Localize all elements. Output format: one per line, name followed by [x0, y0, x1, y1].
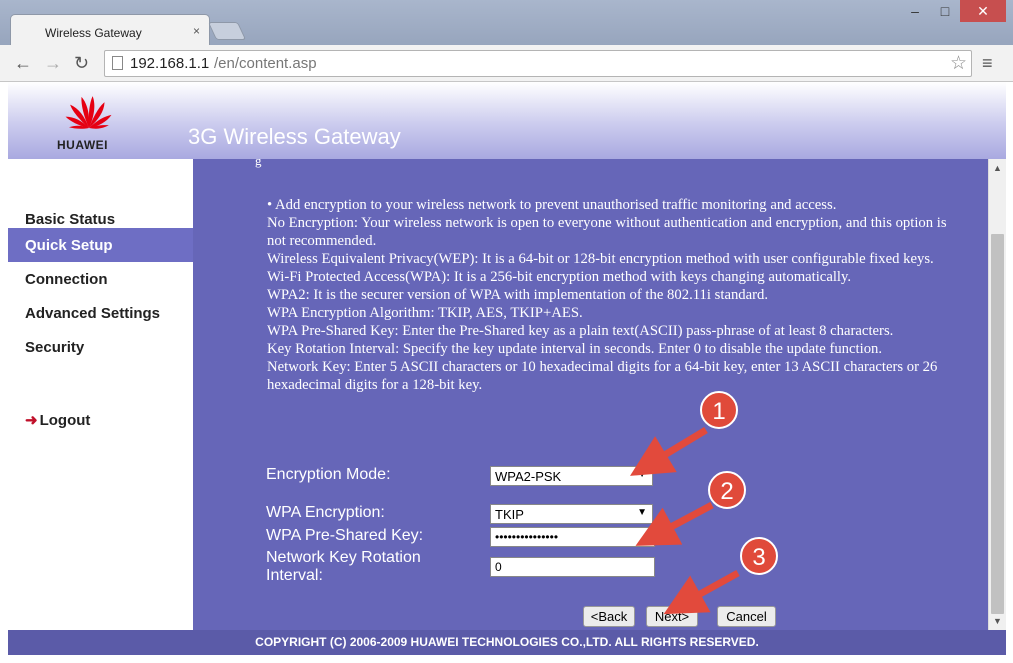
encryption-mode-select[interactable]: WPA2-PSK ▼ [490, 466, 653, 486]
page-title: 3G Wireless Gateway [188, 124, 401, 149]
help-line: Wi-Fi Protected Access(WPA): It is a 256… [267, 269, 852, 285]
tab-title: Wireless Gateway [45, 26, 142, 40]
help-line: WPA Encryption Algorithm: TKIP, AES, TKI… [267, 305, 583, 321]
bookmark-star-icon[interactable]: ☆ [950, 52, 967, 75]
help-line: Network Key: Enter 5 ASCII characters or… [267, 359, 938, 393]
encryption-mode-label: Encryption Mode: [266, 466, 391, 483]
tab-close-icon[interactable]: × [193, 24, 200, 38]
brand-name: HUAWEI [57, 138, 108, 152]
help-line: WPA Pre-Shared Key: Enter the Pre-Shared… [267, 323, 894, 339]
rotation-label-line: Network Key Rotation [266, 549, 421, 566]
help-line: • Add encryption to your wireless networ… [267, 197, 837, 213]
router-page: HUAWEI 3G Wireless Gateway Basic Status … [8, 82, 1006, 655]
browser-toolbar: ← → ↻ 192.168.1.1 /en/content.asp ☆ ≡ [0, 45, 1013, 82]
psk-label: WPA Pre-Shared Key: [266, 527, 424, 544]
back-button[interactable]: <Back [583, 606, 635, 627]
browser-tab[interactable]: Wireless Gateway × [10, 14, 210, 45]
sidebar-item-advanced-settings[interactable]: Advanced Settings [8, 296, 193, 330]
maximize-button[interactable]: □ [930, 0, 960, 22]
scroll-down-icon[interactable]: ▼ [993, 616, 1002, 626]
sidebar-item-connection[interactable]: Connection [8, 262, 193, 296]
window-close-button[interactable]: ✕ [960, 0, 1006, 22]
wpa-encryption-label: WPA Encryption: [266, 504, 385, 521]
page-footer: COPYRIGHT (C) 2006-2009 HUAWEI TECHNOLOG… [8, 630, 1006, 655]
sidebar-item-security[interactable]: Security [8, 330, 193, 364]
page-icon [112, 56, 123, 70]
forward-arrow-icon[interactable]: → [44, 53, 62, 74]
cancel-button[interactable]: Cancel [717, 606, 776, 627]
partial-heading: g [255, 159, 262, 168]
logout-icon: ➜ [25, 412, 38, 429]
reload-icon[interactable]: ↻ [74, 53, 89, 74]
next-button[interactable]: Next> [646, 606, 698, 627]
help-line: No Encryption: Your wireless network is … [267, 215, 947, 249]
browser-menu-icon[interactable]: ≡ [982, 53, 993, 74]
scroll-thumb[interactable] [991, 234, 1004, 614]
logout-label: Logout [39, 412, 91, 429]
scrollbar[interactable]: ▲ ▼ [988, 159, 1006, 630]
help-text: • Add encryption to your wireless networ… [267, 196, 947, 394]
sidebar: Basic Status Quick Setup Connection Adva… [8, 159, 193, 630]
page-header: HUAWEI 3G Wireless Gateway [8, 82, 1006, 159]
help-line: Wireless Equivalent Privacy(WEP): It is … [267, 251, 934, 267]
logout-link[interactable]: ➜ Logout [25, 411, 90, 429]
encryption-mode-value: WPA2-PSK [495, 469, 562, 484]
help-line: WPA2: It is the securer version of WPA w… [267, 287, 769, 303]
help-line: Key Rotation Interval: Specify the key u… [267, 341, 883, 357]
content-panel: g • Add encryption to your wireless netw… [193, 159, 988, 630]
rotation-label: Network Key Rotation Interval: [266, 549, 421, 585]
minimize-button[interactable]: – [900, 0, 930, 22]
dropdown-arrow-icon: ▼ [637, 469, 647, 480]
new-tab-button[interactable] [207, 22, 247, 40]
url-path: /en/content.asp [214, 55, 317, 72]
psk-field[interactable] [490, 527, 655, 547]
url-host: 192.168.1.1 [130, 55, 210, 72]
address-bar[interactable]: 192.168.1.1 /en/content.asp ☆ [104, 50, 972, 77]
dropdown-arrow-icon: ▼ [637, 507, 647, 518]
rotation-label-line: Interval: [266, 567, 323, 584]
copyright-text: COPYRIGHT (C) 2006-2009 HUAWEI TECHNOLOG… [255, 635, 759, 649]
sidebar-item-quick-setup[interactable]: Quick Setup [8, 228, 193, 262]
wpa-encryption-value: TKIP [495, 507, 524, 522]
scroll-up-icon[interactable]: ▲ [993, 163, 1002, 173]
wpa-encryption-select[interactable]: TKIP ▼ [490, 504, 653, 524]
rotation-interval-field[interactable] [490, 557, 655, 577]
browser-titlebar: Wireless Gateway × – □ ✕ [0, 0, 1013, 45]
back-arrow-icon[interactable]: ← [14, 53, 32, 74]
